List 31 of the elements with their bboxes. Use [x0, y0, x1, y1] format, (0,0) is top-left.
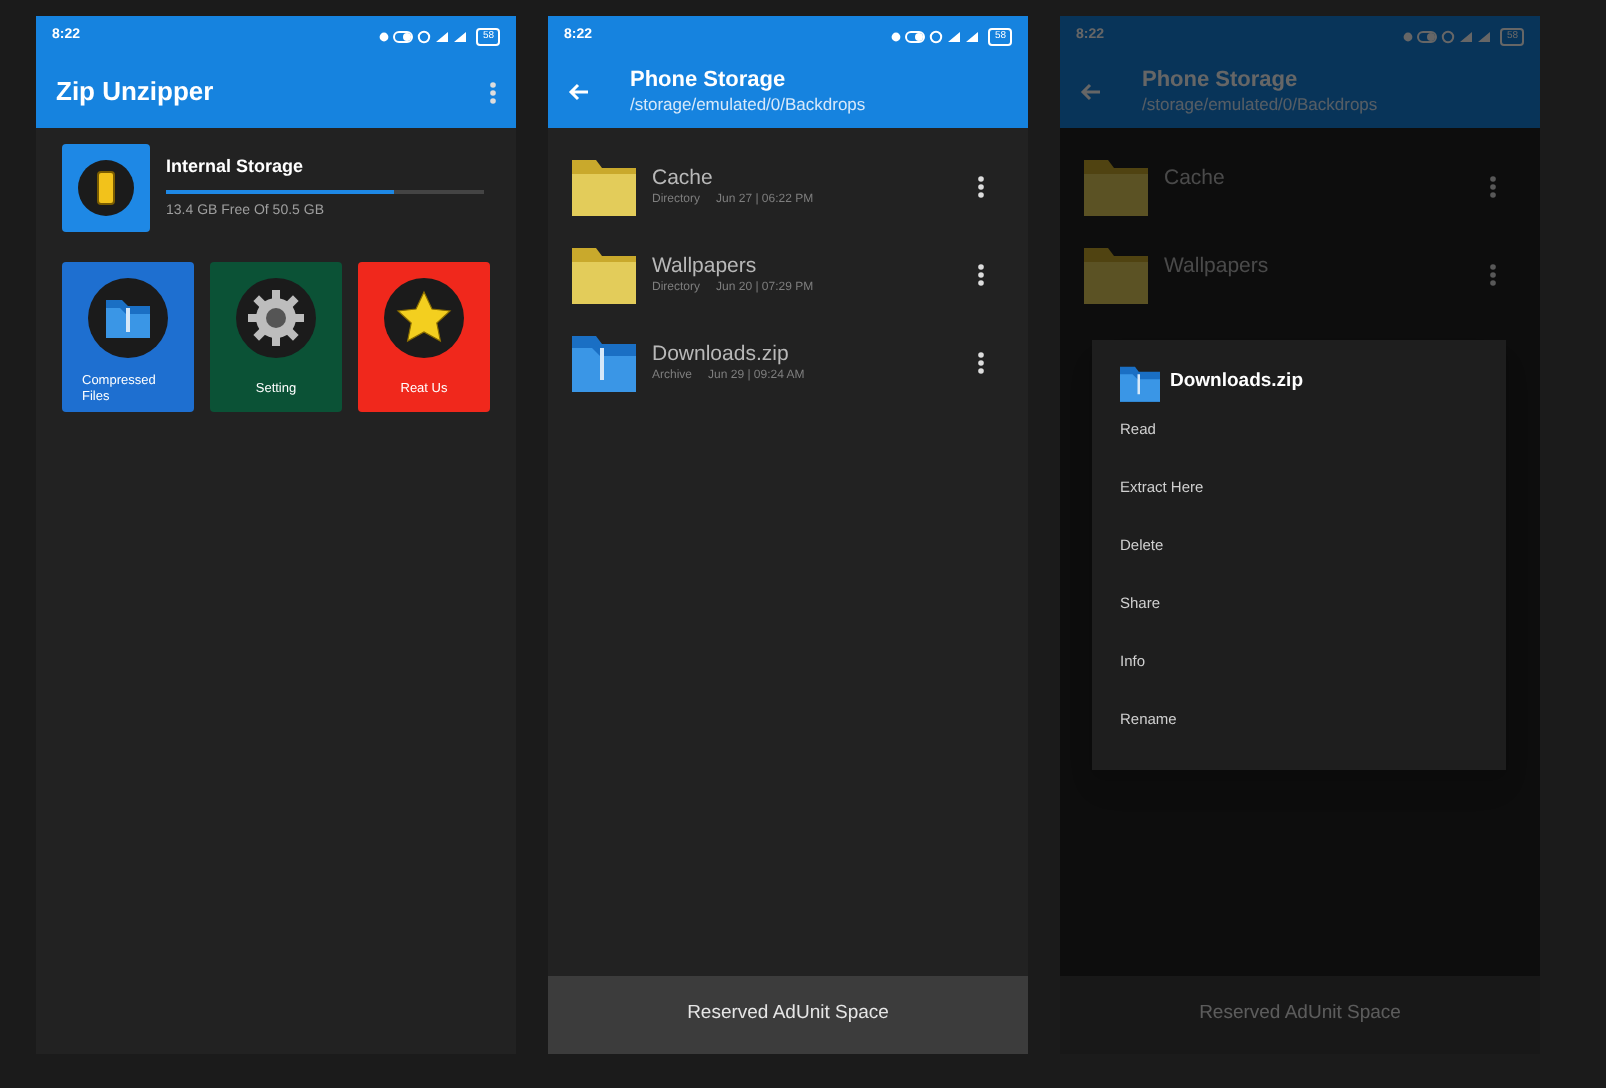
- back-arrow-icon[interactable]: [568, 82, 590, 102]
- app-title: Zip Unzipper: [56, 74, 214, 111]
- folder-path: /storage/emulated/0/Backdrops: [1142, 94, 1378, 116]
- storage-title: Internal Storage: [166, 153, 306, 180]
- status-icons: [1402, 29, 1495, 43]
- folder-icon: [1084, 244, 1148, 304]
- folder-icon: [1084, 156, 1148, 216]
- folder-path: /storage/emulated/0/Backdrops: [630, 94, 866, 116]
- gear-icon: [236, 278, 316, 358]
- zip-folder-icon: [572, 332, 636, 392]
- status-icons: [890, 29, 983, 43]
- ad-banner: Reserved AdUnit Space: [1060, 976, 1540, 1054]
- screen-title: Phone Storage: [630, 68, 788, 94]
- menu-title: Downloads.zip: [1170, 367, 1303, 396]
- file-name: Downloads.zip: [652, 341, 791, 367]
- back-arrow-icon[interactable]: [1080, 82, 1102, 102]
- folder-icon: [572, 244, 636, 304]
- file-name: Wallpapers: [1164, 253, 1271, 279]
- file-name: Cache: [1164, 165, 1227, 191]
- file-name: Wallpapers: [652, 253, 759, 279]
- zip-folder-icon: [1120, 363, 1160, 401]
- more-icon[interactable]: [978, 175, 984, 197]
- ad-banner: Reserved AdUnit Space: [548, 976, 1028, 1054]
- storage-icon: [62, 144, 150, 232]
- more-icon[interactable]: [978, 263, 984, 285]
- status-icons: [378, 29, 471, 43]
- folder-icon: [572, 156, 636, 216]
- file-name: Cache: [652, 165, 715, 191]
- folder-icon: [88, 278, 168, 358]
- screen-title: Phone Storage: [1142, 68, 1300, 94]
- more-icon[interactable]: [978, 351, 984, 373]
